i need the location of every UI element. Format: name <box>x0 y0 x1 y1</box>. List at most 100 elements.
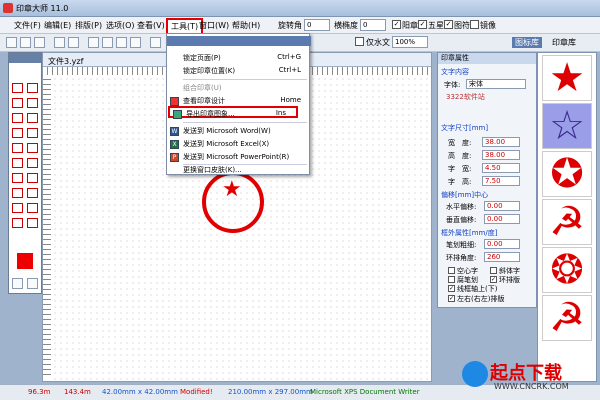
props-title: 印章属性 <box>438 53 536 64</box>
icon-gallery: ★ ☆ ✪ ☭ ❂ ☭ <box>537 52 597 382</box>
cut-icon[interactable] <box>88 37 99 48</box>
menu-item-send-word[interactable]: W 发送到 Microsoft Word(W) <box>167 125 311 137</box>
tile-shape-icon[interactable] <box>12 218 23 228</box>
menu-file[interactable]: 文件(F) <box>14 20 41 31</box>
positive-seal-checkbox[interactable]: ✓ <box>392 20 401 29</box>
oval-dot-shape-icon[interactable] <box>27 113 38 123</box>
frame-dot-shape-icon[interactable] <box>27 173 38 183</box>
height-input[interactable]: 38.00 <box>482 150 520 160</box>
circle-shape-icon[interactable] <box>12 83 23 93</box>
menu-separator <box>183 122 307 123</box>
menu-bar: 文件(F) 编辑(E) 排版(P) 选项(O) 查看(V) 工具(T) 窗口(W… <box>0 17 600 35</box>
menu-item-shortcut: Home <box>280 96 301 104</box>
double-ring-shape-icon[interactable] <box>27 98 38 108</box>
width-label: 宽 度: <box>448 139 472 147</box>
menu-options[interactable]: 选项(O) <box>106 20 135 31</box>
menu-window[interactable]: 窗口(W) <box>199 20 229 31</box>
copy-icon[interactable] <box>102 37 113 48</box>
open-icon[interactable] <box>20 37 31 48</box>
unlink-icon[interactable] <box>27 278 38 289</box>
zoom-select[interactable]: 100% <box>392 36 428 48</box>
menu-item-change-skin[interactable]: 更换窗口皮肤(K)... <box>167 165 311 175</box>
symbol-checkbox[interactable]: ✓ <box>444 20 453 29</box>
gallery-party-emblem-icon[interactable]: ☭ <box>542 295 592 341</box>
tab-icon-library[interactable]: 图标库 <box>512 37 542 48</box>
triangle-shape-icon[interactable] <box>27 158 38 168</box>
stroke-input[interactable]: 0.00 <box>484 239 520 249</box>
char-height-input[interactable]: 7.50 <box>482 176 520 186</box>
square-shape-icon[interactable] <box>12 128 23 138</box>
menu-item-label: 锁定印章位置(K) <box>183 67 236 75</box>
content-input[interactable]: 3322软件站 <box>444 93 530 103</box>
font-select[interactable]: 宋体 <box>466 79 526 89</box>
align-icon[interactable] <box>150 37 161 48</box>
print-icon[interactable] <box>54 37 65 48</box>
erode-checkbox[interactable] <box>448 276 455 283</box>
aspect-input[interactable]: 0 <box>360 19 386 31</box>
star-label: 五星 <box>428 21 444 30</box>
ring-layout-checkbox[interactable]: ✓ <box>490 276 497 283</box>
menu-item-export-image[interactable]: 导出印章图象... Ins <box>168 106 298 119</box>
tile-dot-shape-icon[interactable] <box>27 218 38 228</box>
menu-edit[interactable]: 编辑(E) <box>44 20 71 31</box>
h-offset-label: 水平偏移: <box>446 203 477 211</box>
color-swatch[interactable] <box>17 253 33 269</box>
mirror-checkbox[interactable] <box>470 20 479 29</box>
circle-dot-shape-icon[interactable] <box>27 83 38 93</box>
menu-view[interactable]: 查看(V) <box>137 20 165 31</box>
dropdown-top-strip <box>167 36 311 46</box>
frame-shape-icon[interactable] <box>12 173 23 183</box>
h-offset-input[interactable]: 0.00 <box>484 201 520 211</box>
star-checkbox[interactable]: ✓ <box>418 20 427 29</box>
rotation-input[interactable]: 0 <box>304 19 330 31</box>
offset-section: 偏移[mm]中心 <box>441 191 489 199</box>
preview-icon[interactable] <box>68 37 79 48</box>
oval-shape-icon[interactable] <box>12 113 23 123</box>
gallery-emblem-icon[interactable]: ❂ <box>542 247 592 293</box>
menu-item-shortcut: Ctrl+G <box>277 53 301 61</box>
rect-shape-icon[interactable] <box>12 143 23 153</box>
menu-layout[interactable]: 排版(P) <box>75 20 102 31</box>
gallery-outline-star-icon[interactable]: ☆ <box>542 103 592 149</box>
gallery-hammer-sickle-icon[interactable]: ☭ <box>542 199 592 245</box>
menu-item-label: 组合印章(U) <box>183 84 222 92</box>
box-shape-icon[interactable] <box>12 188 23 198</box>
v-offset-label: 垂直偏移: <box>446 216 477 224</box>
status-modified: Modified! <box>180 388 213 396</box>
delete-icon[interactable] <box>130 37 141 48</box>
lr-layout-checkbox[interactable]: ✓ <box>448 295 455 302</box>
new-icon[interactable] <box>6 37 17 48</box>
positive-seal-label: 阳章 <box>402 21 418 30</box>
panel-dot-shape-icon[interactable] <box>27 203 38 213</box>
v-offset-input[interactable]: 0.00 <box>484 214 520 224</box>
app-icon <box>3 3 13 13</box>
gallery-star-icon[interactable]: ★ <box>542 55 592 101</box>
ring-shape-icon[interactable] <box>12 98 23 108</box>
square-dot-shape-icon[interactable] <box>27 128 38 138</box>
inverse-checkbox[interactable] <box>355 37 364 46</box>
char-width-input[interactable]: 4.50 <box>482 163 520 173</box>
gallery-star-circle-icon[interactable]: ✪ <box>542 151 592 197</box>
menu-item-lock-seal[interactable]: 锁定印章位置(K) Ctrl+L <box>167 65 311 77</box>
italic-checkbox[interactable] <box>490 267 497 274</box>
menu-item-send-powerpoint[interactable]: P 发送到 Microsoft PowerPoint(R) <box>167 151 311 163</box>
paste-icon[interactable] <box>116 37 127 48</box>
tab-seal-library[interactable]: 印章库 <box>552 37 576 48</box>
panel-shape-icon[interactable] <box>12 203 23 213</box>
menu-item-lock-page[interactable]: 锁定页面(P) Ctrl+G <box>167 52 311 64</box>
rect-dot-shape-icon[interactable] <box>27 143 38 153</box>
menu-item-send-excel[interactable]: X 发送到 Microsoft Excel(X) <box>167 138 311 150</box>
angle-input[interactable]: 260 <box>484 252 520 262</box>
width-input[interactable]: 38.00 <box>482 137 520 147</box>
status-printer: Microsoft XPS Document Writer <box>310 388 420 396</box>
frame-axis-checkbox[interactable]: ✓ <box>448 285 455 292</box>
menu-help[interactable]: 帮助(H) <box>232 20 260 31</box>
save-icon[interactable] <box>34 37 45 48</box>
hollow-checkbox[interactable] <box>448 267 455 274</box>
seal-preview[interactable]: ★ <box>202 171 264 233</box>
ring-layout-label: 环排版 <box>499 276 520 284</box>
link-icon[interactable] <box>12 278 23 289</box>
menu-separator <box>183 79 307 80</box>
diamond-shape-icon[interactable] <box>12 158 23 168</box>
box-dot-shape-icon[interactable] <box>27 188 38 198</box>
